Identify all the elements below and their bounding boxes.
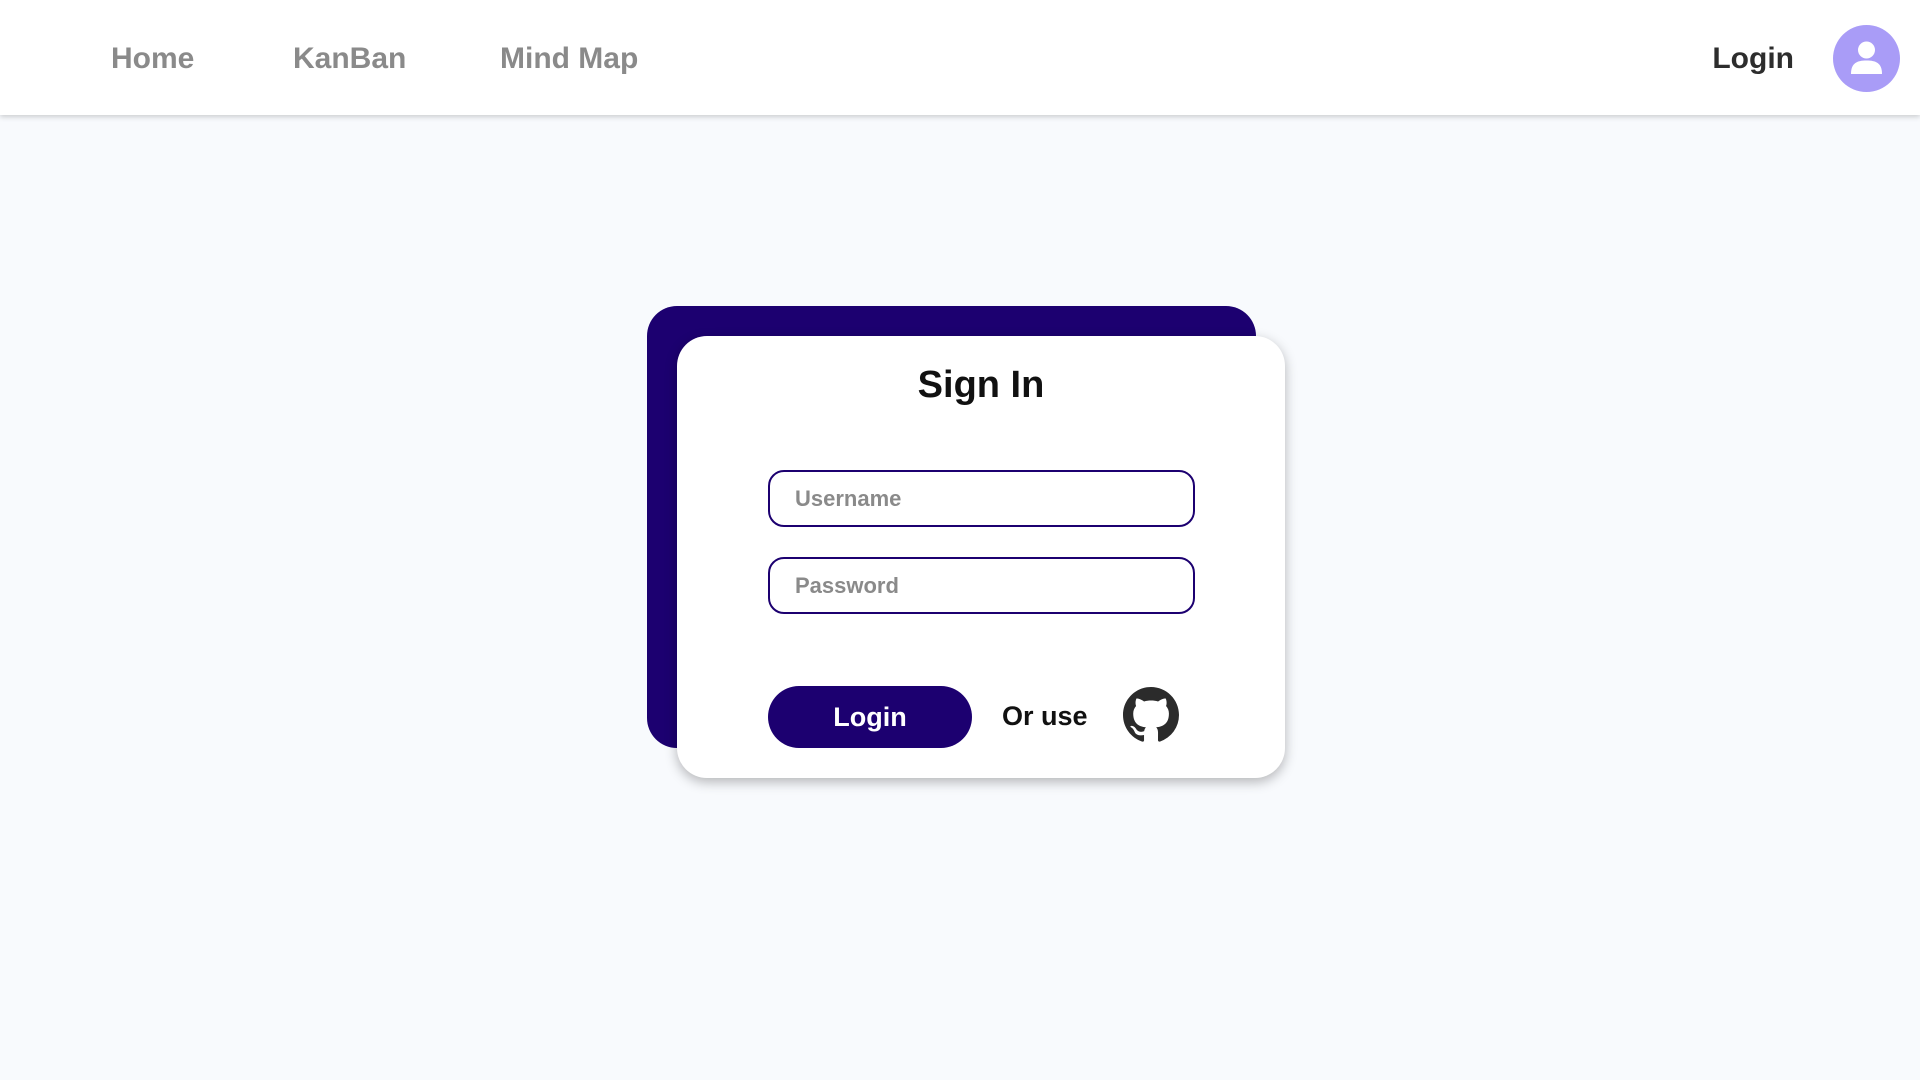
top-navbar: Home KanBan Mind Map Login <box>0 0 1920 115</box>
login-button[interactable]: Login <box>768 686 972 748</box>
header-login-link[interactable]: Login <box>1712 38 1794 80</box>
user-avatar-button[interactable] <box>1833 25 1900 92</box>
password-input[interactable] <box>768 557 1195 614</box>
nav-home-link[interactable]: Home <box>111 38 194 80</box>
username-input[interactable] <box>768 470 1195 527</box>
github-login-button[interactable] <box>1123 687 1179 743</box>
nav-kanban-link[interactable]: KanBan <box>293 38 406 80</box>
sign-in-card: Sign In Login Or use <box>677 336 1285 778</box>
nav-mind-map-link[interactable]: Mind Map <box>500 38 638 80</box>
user-icon <box>1851 41 1882 74</box>
github-icon <box>1123 687 1179 742</box>
sign-in-title: Sign In <box>917 364 1045 406</box>
or-use-label: Or use <box>1002 701 1088 731</box>
